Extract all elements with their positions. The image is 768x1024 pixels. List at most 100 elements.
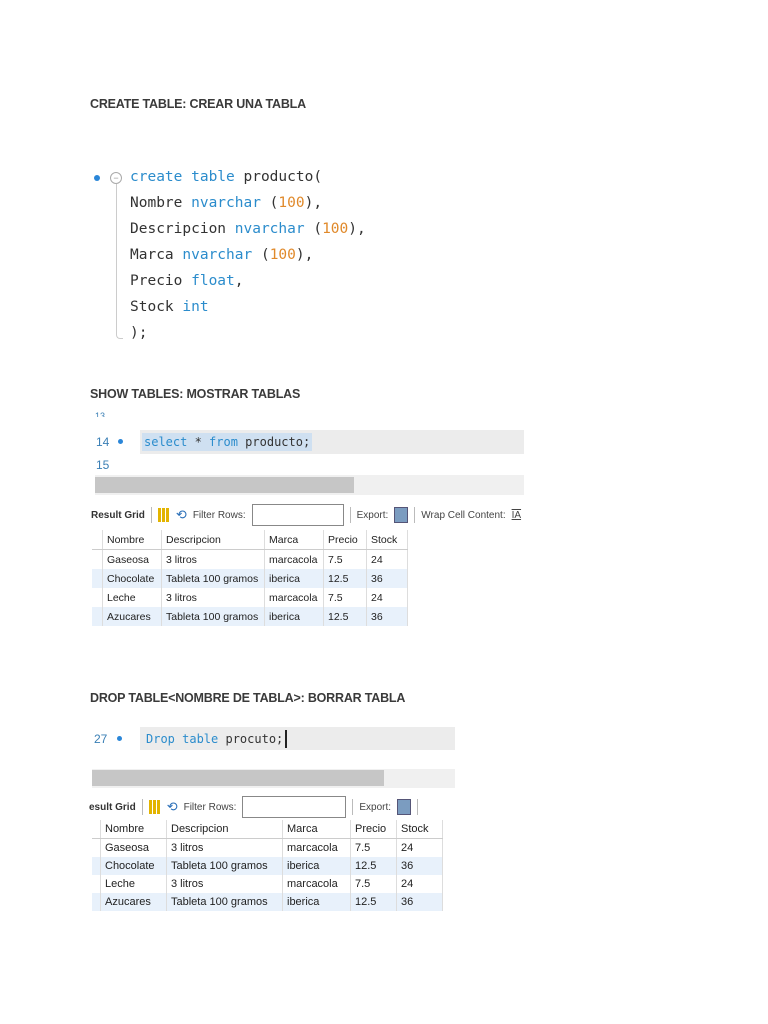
table-cell[interactable]: 7.5	[350, 838, 397, 857]
table-cell[interactable]: 12.5	[350, 893, 397, 911]
fold-end	[116, 333, 123, 339]
column-header[interactable]: Stock	[366, 530, 408, 550]
horizontal-scrollbar[interactable]	[92, 770, 384, 786]
row-marker-header	[92, 820, 101, 839]
column-header[interactable]: Descripcion	[161, 530, 265, 550]
column-header[interactable]: Precio	[323, 530, 367, 550]
table-cell[interactable]: Chocolate	[100, 857, 167, 875]
table-cell[interactable]: marcacola	[264, 549, 324, 569]
table-row[interactable]: Gaseosa 3 litros marcacola 7.5 24	[92, 549, 408, 569]
code-text: ),	[348, 221, 366, 237]
table-cell[interactable]: iberica	[264, 569, 324, 588]
table-cell[interactable]: Tableta 100 gramos	[166, 893, 283, 911]
code-text: Descripcion	[130, 221, 235, 237]
table-cell[interactable]: iberica	[264, 607, 324, 626]
wrap-cell-label: Wrap Cell Content:	[421, 509, 506, 521]
table-row[interactable]: Azucares Tableta 100 gramos iberica 12.5 36	[92, 607, 408, 626]
table-cell[interactable]: 36	[396, 893, 443, 911]
table-row[interactable]: Leche 3 litros marcacola 7.5 24	[92, 875, 443, 893]
line-number: 27	[94, 732, 108, 746]
result-grid-tab[interactable]: Result Grid	[91, 510, 145, 521]
table-cell[interactable]: 24	[366, 549, 408, 569]
table-cell[interactable]: 24	[396, 875, 443, 893]
column-header[interactable]: Marca	[264, 530, 324, 550]
table-row[interactable]: Chocolate Tableta 100 gramos iberica 12.5 36	[92, 857, 443, 875]
fold-line	[116, 184, 117, 334]
table-cell[interactable]: 3 litros	[161, 549, 265, 569]
table-row[interactable]: Chocolate Tableta 100 gramos iberica 12.5 36	[92, 569, 408, 588]
table-row[interactable]: Azucares Tableta 100 gramos iberica 12.5 36	[92, 893, 443, 911]
code-text: (	[252, 247, 270, 263]
table-cell[interactable]: 3 litros	[161, 588, 265, 607]
column-header[interactable]: Precio	[350, 820, 397, 839]
row-marker	[92, 607, 103, 626]
column-header[interactable]: Nombre	[100, 820, 167, 839]
breakpoint-dot-icon	[94, 175, 100, 181]
table-cell[interactable]: 24	[366, 588, 408, 607]
table-cell[interactable]: marcacola	[264, 588, 324, 607]
row-marker	[92, 549, 103, 569]
result-toolbar: esult Grid ⟲ Filter Rows: Export:	[89, 796, 455, 818]
result-grid-tab[interactable]: esult Grid	[89, 802, 136, 813]
table-cell[interactable]: Leche	[100, 875, 167, 893]
sql-statement[interactable]: select * from producto;	[142, 433, 313, 451]
table-cell[interactable]: marcacola	[282, 875, 351, 893]
wrap-cell-icon[interactable]: IA	[512, 510, 521, 521]
number: 100	[278, 195, 305, 211]
grid-icon[interactable]	[148, 800, 161, 814]
table-cell[interactable]: Tableta 100 gramos	[161, 607, 265, 626]
result-grid-table: Nombre Descripcion Marca Precio Stock Gaseosa…	[92, 820, 443, 911]
heading-show-tables: SHOW TABLES: MOSTRAR TABLAS	[90, 387, 301, 401]
column-header[interactable]: Nombre	[102, 530, 162, 550]
table-cell[interactable]: 12.5	[323, 569, 367, 588]
table-cell[interactable]: marcacola	[282, 838, 351, 857]
table-cell[interactable]: Azucares	[102, 607, 162, 626]
table-row[interactable]: Leche 3 litros marcacola 7.5 24	[92, 588, 408, 607]
table-cell[interactable]: 12.5	[350, 857, 397, 875]
table-cell[interactable]: 7.5	[323, 588, 367, 607]
table-cell[interactable]: 36	[366, 569, 408, 588]
table-cell[interactable]: iberica	[282, 893, 351, 911]
table-cell[interactable]: Chocolate	[102, 569, 162, 588]
code-text: (	[304, 221, 323, 237]
export-label: Export:	[356, 509, 389, 521]
table-cell[interactable]: Azucares	[100, 893, 167, 911]
table-cell[interactable]: 7.5	[323, 549, 367, 569]
table-cell[interactable]: 36	[366, 607, 408, 626]
code-text: *	[187, 435, 210, 449]
table-cell[interactable]: 3 litros	[166, 838, 283, 857]
code-text: );	[130, 325, 148, 341]
table-cell[interactable]: iberica	[282, 857, 351, 875]
code-line-6: Stock int	[130, 299, 209, 315]
fold-collapse-icon[interactable]: −	[110, 172, 122, 184]
table-cell[interactable]: 7.5	[350, 875, 397, 893]
column-header[interactable]: Stock	[396, 820, 443, 839]
separator	[414, 507, 416, 523]
table-cell[interactable]: Gaseosa	[102, 549, 162, 569]
table-cell[interactable]: 12.5	[323, 607, 367, 626]
horizontal-scrollbar[interactable]	[95, 477, 354, 493]
refresh-icon[interactable]: ⟲	[167, 799, 178, 815]
table-cell[interactable]: 24	[396, 838, 443, 857]
code-text: Stock	[130, 299, 183, 315]
table-cell[interactable]: Tableta 100 gramos	[161, 569, 265, 588]
grid-icon[interactable]	[157, 508, 170, 522]
table-cell[interactable]: Gaseosa	[100, 838, 167, 857]
refresh-icon[interactable]: ⟲	[176, 507, 187, 523]
column-header[interactable]: Marca	[282, 820, 351, 839]
table-cell[interactable]: Leche	[102, 588, 162, 607]
table-row[interactable]: Gaseosa 3 litros marcacola 7.5 24	[92, 838, 443, 857]
table-cell[interactable]: 3 litros	[166, 875, 283, 893]
export-icon[interactable]	[397, 799, 412, 815]
sql-statement[interactable]: Drop table procuto;	[144, 730, 288, 748]
export-icon[interactable]	[394, 507, 409, 523]
table-cell[interactable]: 36	[396, 857, 443, 875]
column-header[interactable]: Descripcion	[166, 820, 283, 839]
table-cell[interactable]: Tableta 100 gramos	[166, 857, 283, 875]
number: 100	[269, 247, 296, 263]
filter-rows-label: Filter Rows:	[183, 801, 237, 813]
line-number-next: 15	[96, 458, 110, 472]
filter-rows-input[interactable]	[251, 504, 344, 526]
keyword: nvarchar	[182, 247, 253, 263]
filter-rows-input[interactable]	[242, 796, 347, 818]
